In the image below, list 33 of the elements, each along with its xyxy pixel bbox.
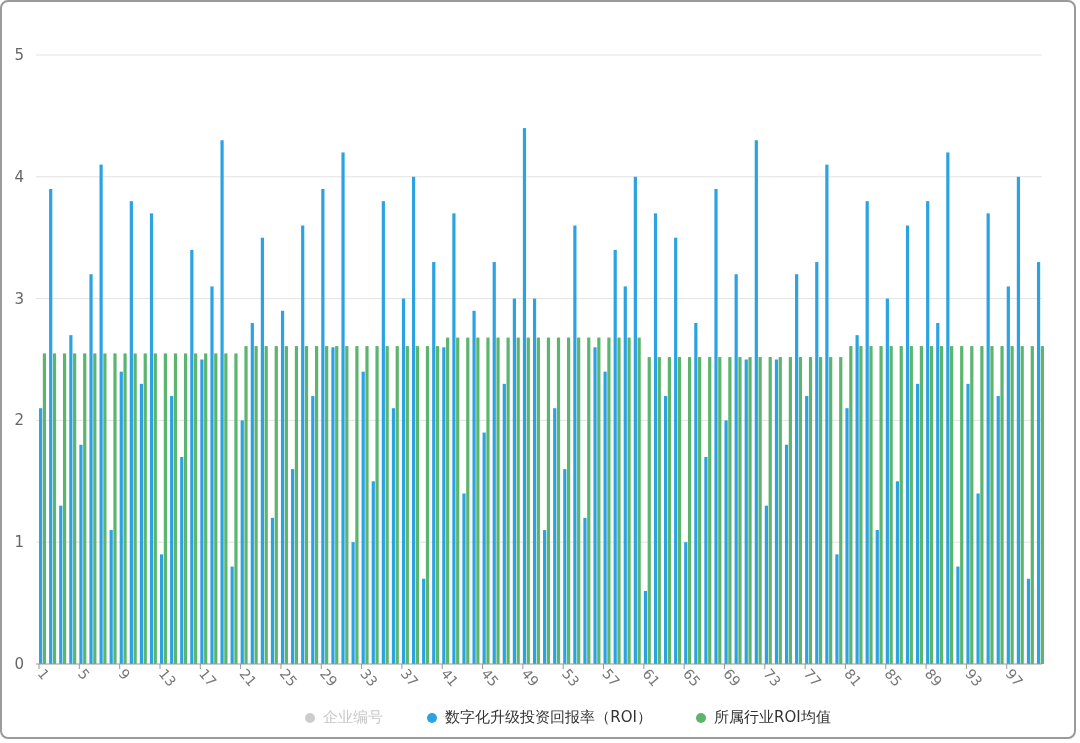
x-axis-label: 33	[357, 665, 381, 690]
x-axis-label: 13	[155, 665, 180, 690]
x-axis-label: 41	[437, 665, 462, 690]
x-axis-label: 93	[962, 665, 986, 690]
x-axis-label: 69	[720, 665, 744, 690]
x-axis-label: 89	[921, 665, 946, 690]
y-axis-label: 3	[14, 289, 24, 308]
x-axis-label: 77	[800, 665, 825, 690]
x-axis-label: 73	[760, 665, 785, 690]
x-axis-label: 5	[75, 665, 94, 683]
x-axis-label: 61	[639, 665, 664, 690]
x-axis-label: 21	[236, 665, 261, 690]
y-axis-label: 2	[14, 411, 24, 430]
y-axis-label: 0	[14, 655, 24, 673]
y-axis-label: 4	[14, 167, 24, 186]
x-axis-label: 37	[397, 665, 422, 690]
x-axis-label: 45	[478, 665, 502, 690]
x-axis-label: 49	[518, 665, 543, 690]
x-axis-label: 97	[1002, 665, 1027, 690]
legend-item[interactable]: 所属行业ROI均值	[696, 708, 831, 727]
legend-item[interactable]: 数字化升级投资回报率（ROI）	[427, 708, 652, 727]
x-axis-label: 53	[558, 665, 583, 690]
y-axis-label: 5	[14, 46, 24, 64]
x-axis-label: 81	[841, 665, 865, 690]
x-axis-label: 25	[276, 665, 301, 690]
y-axis-label: 1	[14, 533, 24, 552]
x-axis-label: 17	[196, 665, 220, 690]
x-axis-label: 57	[599, 665, 623, 690]
x-axis-label: 29	[316, 665, 341, 690]
x-axis-label: 1	[34, 665, 53, 683]
x-axis-label: 9	[115, 665, 134, 683]
x-axis-label: 85	[881, 665, 906, 690]
x-axis-label: 65	[679, 665, 704, 690]
